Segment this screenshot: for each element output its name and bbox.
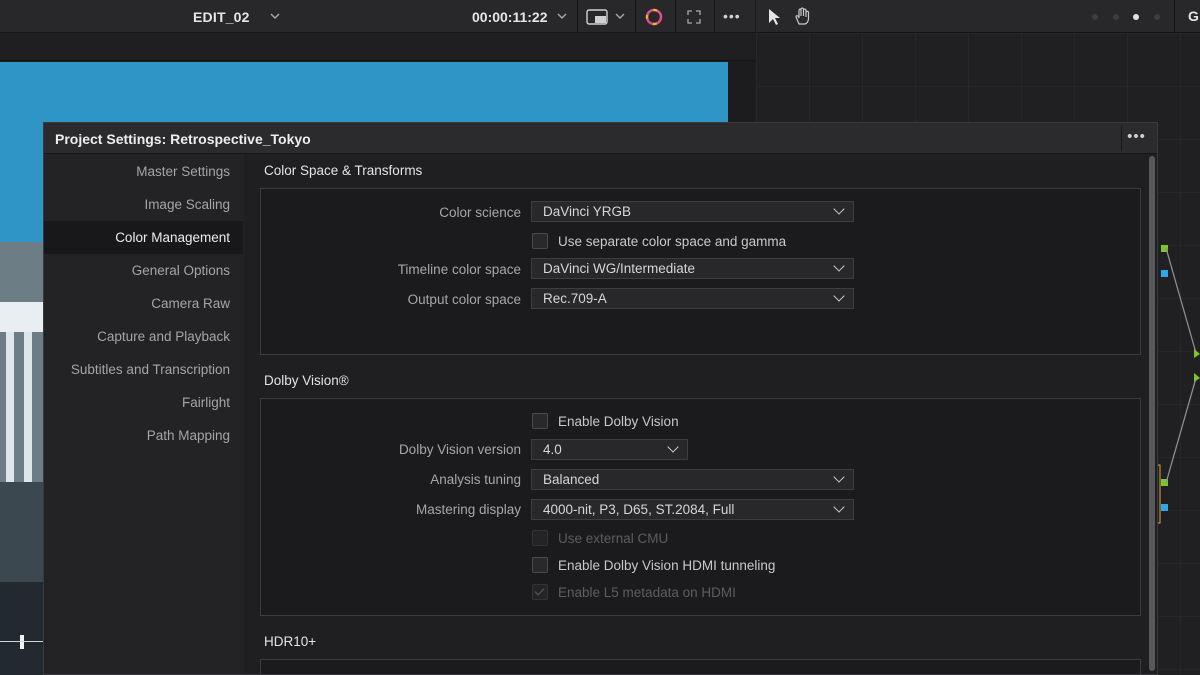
- hdmi-tunneling-label: Enable Dolby Vision HDMI tunneling: [558, 558, 776, 573]
- output-color-space-dropdown[interactable]: Rec.709-A: [531, 288, 854, 309]
- l5-metadata-label: Enable L5 metadata on HDMI: [558, 585, 736, 600]
- divider: [577, 0, 578, 33]
- node-label: G: [1188, 8, 1199, 24]
- chevron-down-icon: [833, 501, 845, 513]
- chevron-down-icon: [833, 290, 845, 302]
- separate-color-space-checkbox[interactable]: [532, 233, 548, 249]
- quality-chevron-down-icon[interactable]: [615, 13, 625, 20]
- enable-dolby-vision-label: Enable Dolby Vision: [558, 414, 679, 429]
- color-science-label: Color science: [439, 205, 521, 220]
- output-color-space-value: Rec.709-A: [543, 291, 607, 306]
- hdr10-panel: [260, 659, 1141, 674]
- scrub-handle[interactable]: [20, 635, 24, 649]
- sidebar-item-general-options[interactable]: General Options: [44, 254, 243, 287]
- viewer-header-strip: [0, 33, 755, 61]
- page-dot[interactable]: [1092, 14, 1098, 20]
- sidebar-item-image-scaling[interactable]: Image Scaling: [44, 188, 243, 221]
- timecode-display[interactable]: 00:00:11:22: [472, 9, 548, 25]
- timeline-color-space-value: DaVinci WG/Intermediate: [543, 261, 696, 276]
- settings-sidebar: Master Settings Image Scaling Color Mana…: [44, 154, 243, 674]
- node-editor-toolbar: G: [756, 0, 1200, 33]
- viewer-options-icon[interactable]: •••: [723, 8, 741, 24]
- dolby-version-value: 4.0: [543, 442, 562, 457]
- mastering-display-dropdown[interactable]: 4000-nit, P3, D65, ST.2084, Full: [531, 499, 854, 520]
- sidebar-item-fairlight[interactable]: Fairlight: [44, 386, 243, 419]
- sidebar-item-subtitles[interactable]: Subtitles and Transcription: [44, 353, 243, 386]
- dolby-version-dropdown[interactable]: 4.0: [531, 439, 688, 460]
- page-dot[interactable]: [1154, 14, 1160, 20]
- dialog-scrollbar[interactable]: [1147, 154, 1157, 674]
- hdmi-tunneling-checkbox[interactable]: [532, 557, 548, 573]
- analysis-tuning-label: Analysis tuning: [430, 472, 521, 487]
- timecode-chevron-down-icon[interactable]: [557, 13, 567, 20]
- hand-tool-icon[interactable]: [794, 7, 812, 26]
- color-wheel-icon[interactable]: [644, 7, 664, 27]
- color-science-value: DaVinci YRGB: [543, 204, 632, 219]
- l5-metadata-checkbox[interactable]: [532, 584, 548, 600]
- project-settings-dialog: Project Settings: Retrospective_Tokyo ••…: [43, 122, 1158, 675]
- analysis-tuning-value: Balanced: [543, 472, 600, 487]
- timeline-name[interactable]: EDIT_02: [193, 9, 250, 25]
- output-color-space-label: Output color space: [407, 292, 521, 307]
- dolby-version-label: Dolby Vision version: [398, 442, 521, 457]
- sidebar-item-master-settings[interactable]: Master Settings: [44, 155, 243, 188]
- external-cmu-label: Use external CMU: [558, 531, 669, 546]
- sidebar-item-camera-raw[interactable]: Camera Raw: [44, 287, 243, 320]
- divider: [714, 0, 715, 33]
- analysis-tuning-dropdown[interactable]: Balanced: [531, 469, 854, 490]
- color-science-dropdown[interactable]: DaVinci YRGB: [531, 201, 854, 222]
- node-connection-lines: [1158, 247, 1200, 524]
- divider: [1174, 0, 1175, 33]
- chevron-down-icon: [833, 260, 845, 272]
- mastering-display-value: 4000-nit, P3, D65, ST.2084, Full: [543, 502, 735, 517]
- section-title-dolby-vision: Dolby Vision®: [264, 373, 349, 388]
- divider: [635, 0, 636, 33]
- sidebar-item-capture-playback[interactable]: Capture and Playback: [44, 320, 243, 353]
- scrollbar-thumb[interactable]: [1149, 156, 1155, 671]
- mastering-display-label: Mastering display: [415, 502, 521, 517]
- sidebar-item-path-mapping[interactable]: Path Mapping: [44, 419, 243, 452]
- fullscreen-icon[interactable]: [687, 10, 701, 24]
- color-space-panel: Color science DaVinci YRGB Use separate …: [260, 188, 1141, 355]
- separate-color-space-label: Use separate color space and gamma: [558, 234, 787, 249]
- pointer-tool-icon[interactable]: [768, 8, 782, 26]
- timeline-color-space-dropdown[interactable]: DaVinci WG/Intermediate: [531, 258, 854, 279]
- playback-quality-icon[interactable]: [586, 9, 608, 25]
- chevron-down-icon: [833, 471, 845, 483]
- enable-dolby-vision-checkbox[interactable]: [532, 413, 548, 429]
- dolby-vision-panel: Enable Dolby Vision Dolby Vision version…: [260, 398, 1141, 616]
- section-title-color-space: Color Space & Transforms: [264, 163, 423, 178]
- dialog-header: Project Settings: Retrospective_Tokyo ••…: [44, 123, 1157, 154]
- timeline-chevron-down-icon[interactable]: [270, 13, 280, 20]
- settings-content: Color Space & Transforms Color science D…: [244, 154, 1147, 674]
- timeline-color-space-label: Timeline color space: [397, 262, 521, 277]
- sidebar-item-color-management[interactable]: Color Management: [44, 221, 243, 254]
- scrub-line: [0, 641, 43, 642]
- external-cmu-checkbox[interactable]: [532, 530, 548, 546]
- viewer-toolbar: EDIT_02 00:00:11:22 •••: [0, 0, 755, 33]
- page-dot-active[interactable]: [1133, 14, 1139, 20]
- checkmark-icon: [534, 585, 545, 596]
- dialog-title: Project Settings: Retrospective_Tokyo: [55, 131, 311, 147]
- section-title-hdr10: HDR10+: [264, 634, 317, 649]
- chevron-down-icon: [833, 203, 845, 215]
- page-dot[interactable]: [1113, 14, 1119, 20]
- divider: [675, 0, 676, 33]
- chevron-down-icon: [667, 441, 679, 453]
- dialog-options-button[interactable]: •••: [1121, 126, 1151, 151]
